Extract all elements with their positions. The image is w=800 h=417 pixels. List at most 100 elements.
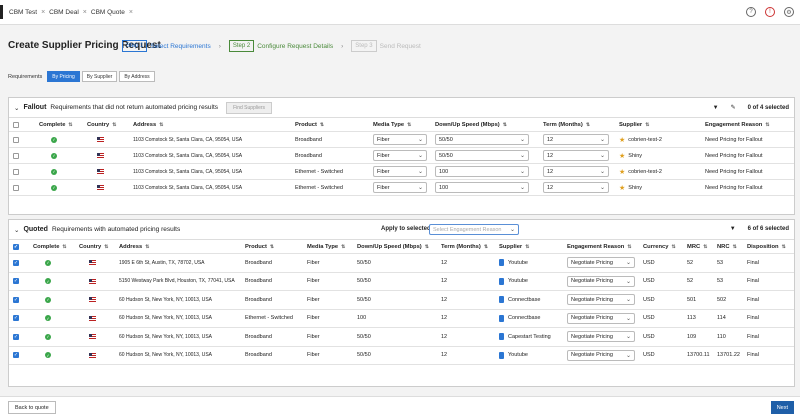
by-pricing-button[interactable]: By Pricing	[47, 71, 80, 82]
col-media-type[interactable]: Media Type ⇅	[303, 244, 353, 250]
col-disposition[interactable]: Disposition ⇅	[743, 244, 793, 250]
supplier-cell: Capestart Testing	[495, 333, 563, 341]
col-term[interactable]: Term (Months) ⇅	[539, 122, 615, 128]
country-cell	[83, 153, 129, 158]
col-speed[interactable]: Down/Up Speed (Mbps) ⇅	[431, 122, 539, 128]
step-1-label[interactable]: Select Requirements	[150, 43, 210, 50]
engagement-reason-dropdown[interactable]: Negotiate Pricing	[567, 312, 635, 324]
back-to-quote-button[interactable]: Back to quote	[8, 401, 56, 414]
row-checkbox[interactable]: ✓	[13, 296, 19, 303]
by-address-button[interactable]: By Address	[119, 71, 155, 82]
footer: Back to quote Next	[0, 396, 800, 417]
col-supplier[interactable]: Supplier ⇅	[615, 122, 701, 128]
col-product[interactable]: Product ⇅	[291, 122, 369, 128]
quoted-subtitle: Requirements with automated pricing resu…	[51, 226, 181, 233]
country-cell	[75, 297, 115, 303]
speed-dropdown[interactable]: 50/50	[435, 150, 529, 161]
settings-icon[interactable]: ⚙	[784, 7, 794, 17]
term-cell: 12	[441, 333, 448, 340]
col-country[interactable]: Country ⇅	[75, 244, 115, 250]
term-dropdown[interactable]: 12	[543, 134, 609, 145]
table-row: ✓ ✓ 60 Hudson St, New York, NY, 10013, USA…	[9, 347, 794, 365]
tab-cbm-deal[interactable]: CBM Deal	[49, 9, 79, 16]
col-complete[interactable]: Complete ⇅	[29, 244, 75, 250]
step-2-label[interactable]: Configure Request Details	[257, 43, 333, 50]
col-engagement-reason[interactable]: Engagement Reason ⇅	[701, 122, 791, 128]
engagement-reason-dropdown[interactable]: Negotiate Pricing	[567, 331, 635, 343]
term-dropdown[interactable]: 12	[543, 166, 609, 177]
mrc-cell: 113	[687, 315, 696, 322]
col-complete[interactable]: Complete ⇅	[35, 122, 83, 128]
edit-icon[interactable]: ✎	[731, 104, 736, 111]
col-product[interactable]: Product ⇅	[241, 244, 303, 250]
col-address[interactable]: Address ⇅	[115, 244, 241, 250]
engagement-reason-dropdown[interactable]: Negotiate Pricing	[567, 294, 635, 306]
address-cell: 1103 Comstock St, Santa Clara, CA, 95054…	[133, 136, 243, 143]
supplier-name: Connectbase	[508, 315, 541, 322]
term-dropdown[interactable]: 12	[543, 150, 609, 161]
col-media-type[interactable]: Media Type ⇅	[369, 122, 431, 128]
speed-dropdown[interactable]: 50/50	[435, 134, 529, 145]
col-engagement-reason[interactable]: Engagement Reason ⇅	[563, 244, 639, 250]
select-all-checkbox[interactable]: ✓	[13, 243, 19, 250]
speed-cell: 50/50	[357, 296, 371, 303]
country-cell	[83, 137, 129, 142]
help-icon[interactable]: ?	[746, 7, 756, 17]
notification-icon[interactable]: !	[765, 7, 775, 17]
col-country[interactable]: Country ⇅	[83, 122, 129, 128]
speed-dropdown[interactable]: 100	[435, 166, 529, 177]
row-checkbox[interactable]: ✓	[13, 352, 19, 359]
currency-cell: USD	[643, 259, 655, 266]
media-type-dropdown[interactable]: Fiber	[373, 134, 427, 145]
row-checkbox[interactable]: ✓	[13, 278, 19, 285]
media-type-dropdown[interactable]: Fiber	[373, 150, 427, 161]
speed-dropdown[interactable]: 100	[435, 182, 529, 193]
next-button[interactable]: Next	[770, 401, 794, 414]
row-checkbox[interactable]: ✓	[13, 259, 19, 266]
engagement-reason-dropdown[interactable]: Negotiate Pricing	[567, 349, 635, 361]
row-checkbox[interactable]	[13, 152, 19, 159]
address-cell: 1103 Comstock St, Santa Clara, CA, 95054…	[133, 152, 243, 159]
tab-cbm-quote[interactable]: CBM Quote	[91, 9, 125, 16]
engagement-value: Negotiate Pricing	[571, 352, 613, 359]
row-checkbox[interactable]	[13, 136, 19, 143]
collapse-icon[interactable]: ⌄	[14, 104, 19, 112]
col-speed[interactable]: Down/Up Speed (Mbps) ⇅	[353, 244, 437, 250]
select-all-checkbox[interactable]	[13, 121, 19, 128]
step-1-badge[interactable]: Step 1	[122, 40, 148, 52]
product-cell: Ethernet - Switched	[295, 184, 343, 191]
step-2-badge[interactable]: Step 2	[228, 40, 255, 52]
col-currency[interactable]: Currency ⇅	[639, 244, 683, 250]
col-term[interactable]: Term (Months) ⇅	[437, 244, 495, 250]
row-checkbox[interactable]: ✓	[13, 333, 19, 340]
col-nrc[interactable]: NRC ⇅	[713, 244, 743, 250]
engagement-reason-dropdown[interactable]: Select Engagement Reason	[429, 224, 519, 235]
media-cell: Fiber	[307, 315, 320, 322]
collapse-icon[interactable]: ⌄	[14, 226, 19, 234]
filter-icon[interactable]: ▼	[730, 226, 736, 232]
engagement-reason-cell: Need Pricing for Fallout	[705, 136, 763, 143]
col-supplier[interactable]: Supplier ⇅	[495, 244, 563, 250]
row-checkbox[interactable]	[13, 184, 19, 191]
engagement-reason-dropdown[interactable]: Negotiate Pricing	[567, 275, 635, 287]
tab-cbm-test[interactable]: CBM Test	[9, 9, 37, 16]
col-address[interactable]: Address ⇅	[129, 122, 291, 128]
term-dropdown[interactable]: 12	[543, 182, 609, 193]
term-cell: 12	[539, 182, 615, 193]
media-type-dropdown[interactable]: Fiber	[373, 182, 427, 193]
supplier-name: Youtube	[508, 259, 528, 266]
media-type-dropdown[interactable]: Fiber	[373, 166, 427, 177]
find-suppliers-button[interactable]: Find Suppliers	[226, 101, 273, 114]
row-checkbox[interactable]	[13, 168, 19, 175]
speed-cell: 50/50	[357, 352, 371, 359]
filter-icon[interactable]: ▼	[713, 105, 719, 111]
speed-value: 100	[439, 168, 449, 175]
apply-label: Apply to selected:	[381, 226, 433, 232]
fallout-title: Fallout	[23, 104, 47, 111]
by-supplier-button[interactable]: By Supplier	[81, 71, 118, 82]
col-mrc[interactable]: MRC ⇅	[683, 244, 713, 250]
engagement-reason-cell: Need Pricing for Fallout	[705, 184, 763, 191]
row-checkbox[interactable]: ✓	[13, 315, 19, 322]
requirements-toggle: Requirements By Pricing By Supplier By A…	[8, 71, 155, 82]
engagement-reason-dropdown[interactable]: Negotiate Pricing	[567, 257, 635, 269]
